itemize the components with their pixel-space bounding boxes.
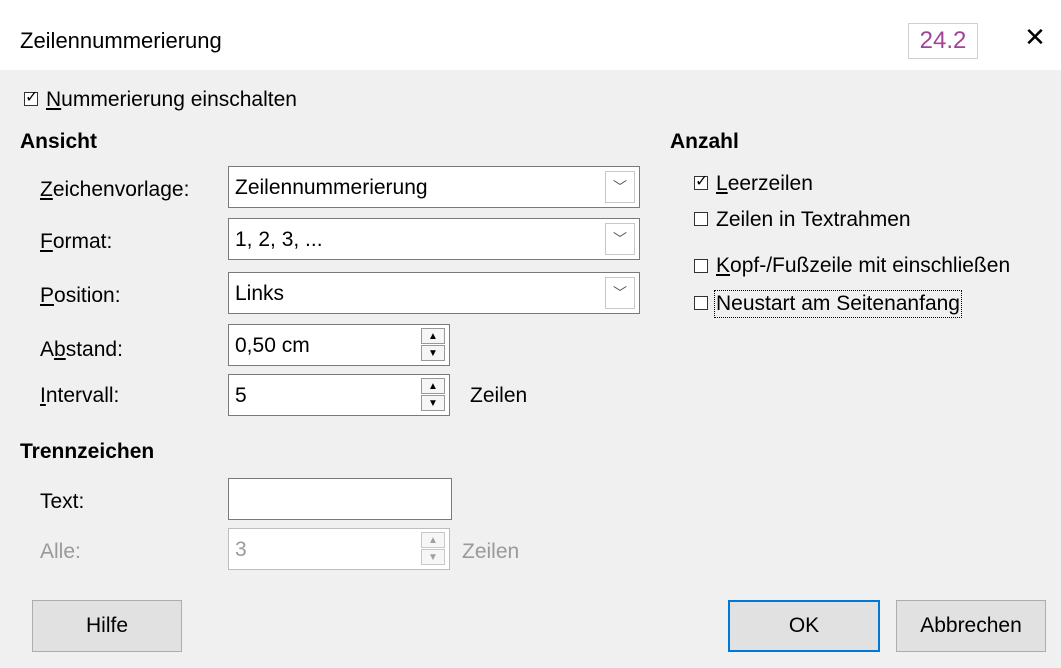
every-label: Alle: [40, 540, 81, 563]
separator-text-label: Text: [40, 490, 85, 513]
blank-lines-label[interactable]: Leerzeilen [716, 172, 813, 196]
interval-spinner[interactable]: 5 ▲ ▼ [228, 374, 450, 416]
spin-up-icon: ▲ [421, 532, 445, 548]
text-frames-checkbox[interactable] [694, 212, 708, 226]
char-style-value: Zeilennummerierung [235, 176, 428, 199]
position-value: Links [235, 282, 285, 305]
every-value: 3 [235, 538, 247, 561]
chevron-down-icon[interactable]: ﹀ [605, 277, 635, 309]
spin-down-icon: ▼ [421, 549, 445, 565]
every-spinner: 3 ▲ ▼ [228, 528, 450, 570]
restart-label[interactable]: Neustart am Seitenanfang [714, 290, 962, 318]
separator-section-header: Trennzeichen [20, 440, 155, 463]
spin-down-icon[interactable]: ▼ [421, 345, 445, 361]
spin-down-icon[interactable]: ▼ [421, 395, 445, 411]
version-badge: 24.2 [908, 23, 978, 59]
format-select[interactable]: 1, 2, 3, ... ﹀ [228, 218, 640, 260]
interval-unit: Zeilen [470, 384, 528, 407]
restart-checkbox[interactable] [694, 296, 708, 310]
enable-numbering-label[interactable]: Nummerierung einschalten [46, 88, 297, 112]
header-footer-checkbox[interactable] [694, 259, 708, 273]
cancel-button[interactable]: Abbrechen [896, 600, 1046, 652]
ok-button[interactable]: OK [728, 600, 880, 652]
count-section-header: Anzahl [670, 130, 739, 153]
header-footer-label[interactable]: Kopf-/Fußzeile mit einschließen [716, 254, 1010, 278]
spacing-label: Abstand: [40, 338, 123, 361]
char-style-select[interactable]: Zeilennummerierung ﹀ [228, 166, 640, 208]
spacing-value: 0,50 cm [235, 334, 310, 357]
every-unit: Zeilen [462, 540, 520, 563]
chevron-down-icon[interactable]: ﹀ [605, 223, 635, 255]
blank-lines-checkbox[interactable] [694, 171, 708, 191]
text-frames-label[interactable]: Zeilen in Textrahmen [716, 208, 911, 232]
chevron-down-icon[interactable]: ﹀ [605, 171, 635, 203]
spin-up-icon[interactable]: ▲ [421, 378, 445, 394]
spin-up-icon[interactable]: ▲ [421, 328, 445, 344]
interval-label: Intervall: [40, 384, 120, 407]
dialog-title: Zeilennummerierung [20, 28, 222, 53]
format-value: 1, 2, 3, ... [235, 228, 323, 251]
close-icon[interactable]: ✕ [1020, 22, 1050, 52]
view-section-header: Ansicht [20, 130, 98, 153]
position-select[interactable]: Links ﹀ [228, 272, 640, 314]
interval-value: 5 [235, 384, 247, 407]
position-label: Position: [40, 284, 121, 307]
separator-text-input[interactable] [228, 478, 452, 520]
format-label: Format: [40, 230, 113, 253]
spacing-spinner[interactable]: 0,50 cm ▲ ▼ [228, 324, 450, 366]
enable-numbering-checkbox[interactable] [24, 87, 38, 107]
help-button[interactable]: Hilfe [32, 600, 182, 652]
char-style-label: Zeichenvorlage: [40, 178, 190, 201]
